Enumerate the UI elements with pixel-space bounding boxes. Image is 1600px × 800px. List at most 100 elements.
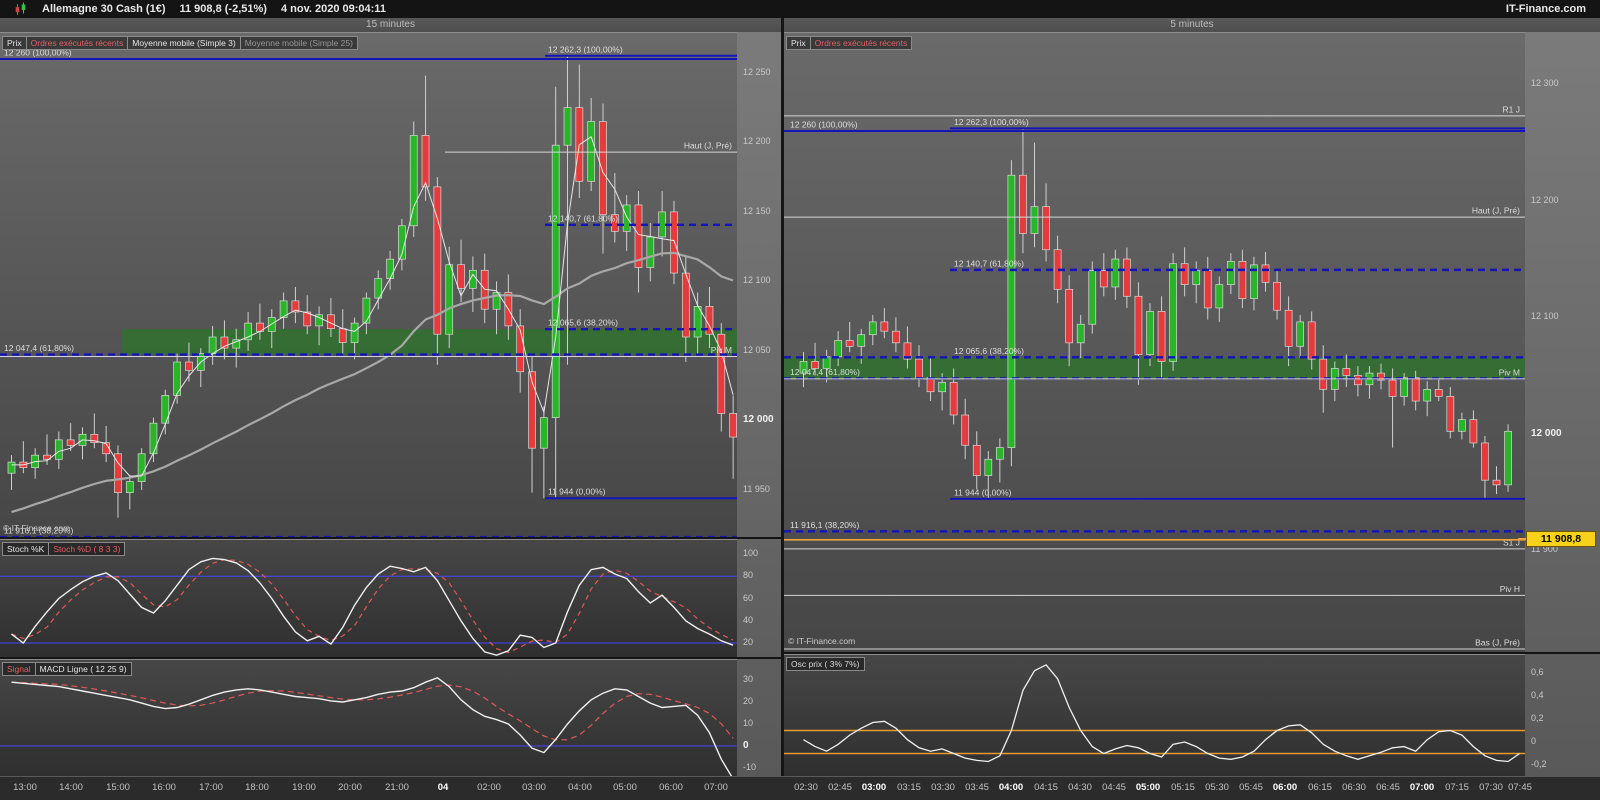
x-axis-label: 06:00 bbox=[659, 782, 683, 793]
x-axis-label: 03:00 bbox=[861, 782, 887, 793]
x-axis-label: 06:45 bbox=[1376, 782, 1400, 793]
copyright-left: © IT-Finance.com bbox=[3, 523, 71, 533]
x-axis-label: 14:00 bbox=[59, 782, 83, 793]
x-axis-label: 06:30 bbox=[1342, 782, 1366, 793]
y-axis-label: 20 bbox=[743, 696, 754, 706]
legend-item[interactable]: Moyenne mobile (Simple 3) bbox=[127, 36, 241, 50]
level-label: 11 944 (0,00%) bbox=[954, 487, 1012, 497]
stoch-d-line bbox=[11, 559, 734, 654]
title-bar: Allemagne 30 Cash (1€) 11 908,8 (-2,51%)… bbox=[0, 0, 1600, 18]
y-axis-label: 0,4 bbox=[1531, 690, 1544, 700]
y-axis-label: 12 250 bbox=[743, 66, 771, 77]
x-axis-label: 04:15 bbox=[1034, 782, 1058, 793]
x-axis-label: 03:15 bbox=[897, 782, 921, 793]
x-axis-label: 06:15 bbox=[1308, 782, 1332, 793]
y-axis-label: 60 bbox=[743, 592, 754, 603]
level-label: Bas (J, Pré) bbox=[1475, 637, 1520, 647]
x-axis-label: 03:45 bbox=[965, 782, 989, 793]
legend-item[interactable]: Stoch %K bbox=[2, 542, 50, 556]
right-timeframe-header: 5 minutes bbox=[784, 18, 1600, 32]
x-axis-label: 05:00 bbox=[1135, 782, 1161, 793]
instrument-title: Allemagne 30 Cash (1€) bbox=[42, 3, 166, 15]
x-axis-label: 07:15 bbox=[1445, 782, 1469, 793]
x-axis-label: 07:00 bbox=[1409, 782, 1435, 793]
legend-item[interactable]: Osc prix ( 3% 7%) bbox=[786, 657, 865, 671]
y-axis-label: 11 950 bbox=[743, 483, 770, 494]
level-label: 11 944 (0,00%) bbox=[548, 487, 606, 497]
left-price-chart[interactable]: 12 260 (100,00%) 12 262,3 (100,00%)Haut (… bbox=[0, 32, 737, 537]
y-axis-label: 30 bbox=[743, 674, 754, 684]
macd-legend: Signal MACD Ligne ( 12 25 9) bbox=[2, 662, 132, 676]
stoch-legend: Stoch %K Stoch %D ( 8 3 3) bbox=[2, 542, 126, 556]
y-axis-label: 0,6 bbox=[1531, 667, 1544, 677]
y-axis-label: 12 150 bbox=[743, 205, 771, 216]
y-axis-label: 40 bbox=[743, 614, 754, 625]
y-axis-label: 12 200 bbox=[1531, 194, 1559, 205]
y-axis-label: 12 100 bbox=[743, 275, 771, 286]
y-axis-label: 100 bbox=[743, 548, 759, 558]
x-axis-label: 02:45 bbox=[828, 782, 852, 793]
legend-item[interactable]: Ordres exécutés récents bbox=[25, 36, 129, 50]
macd-line bbox=[11, 677, 733, 776]
left-price-legend: Prix Ordres exécutés récents Moyenne mobil… bbox=[2, 36, 358, 50]
level-label: Haut (J, Pré) bbox=[684, 141, 732, 151]
x-axis-label: 02:00 bbox=[477, 782, 501, 793]
legend-item[interactable]: Stoch %D ( 8 3 3) bbox=[48, 542, 126, 556]
y-axis-label: 0,2 bbox=[1531, 713, 1544, 723]
y-axis-label: 12 050 bbox=[743, 344, 771, 355]
legend-item[interactable]: Signal bbox=[2, 662, 36, 676]
level-label: 12 262,3 (100,00%) bbox=[548, 44, 623, 54]
x-axis-label: 04:45 bbox=[1102, 782, 1126, 793]
y-axis-label: -0,2 bbox=[1531, 759, 1547, 769]
x-axis-label: 05:15 bbox=[1171, 782, 1195, 793]
left-timeframe-header: 15 minutes bbox=[0, 18, 781, 32]
x-axis-label: 13:00 bbox=[13, 782, 37, 793]
y-axis-label: 12 200 bbox=[743, 136, 771, 147]
legend-item[interactable]: Moyenne mobile (Simple 25) bbox=[239, 36, 358, 50]
level-label: 12 065,6 (38,20%) bbox=[548, 318, 618, 328]
x-axis-label: 03:00 bbox=[522, 782, 546, 793]
x-axis-label: 05:45 bbox=[1239, 782, 1263, 793]
time-axis: 13:00 14:00 15:00 16:00 17:00 18:00 19:00 20:00… bbox=[0, 776, 1600, 800]
level-label: Piv M bbox=[1499, 367, 1520, 377]
brand: IT-Finance.com bbox=[1505, 3, 1586, 15]
x-axis-label: 18:00 bbox=[245, 782, 269, 793]
legend-item[interactable]: Prix bbox=[786, 36, 811, 50]
level-label: 12 065,6 (38,20%) bbox=[954, 346, 1024, 356]
level-label: 12 140,7 (61,80%) bbox=[954, 258, 1024, 268]
level-label: 12 047,4 (61,80%) bbox=[790, 367, 860, 377]
osc-line bbox=[803, 664, 1520, 763]
level-label: Haut (J, Pré) bbox=[1472, 206, 1520, 216]
x-axis-label: 04:30 bbox=[1068, 782, 1092, 793]
y-axis-label: -10 bbox=[743, 762, 757, 772]
level-label: 11 916,1 (38,20%) bbox=[790, 520, 859, 530]
legend-item[interactable]: Prix bbox=[2, 36, 27, 50]
right-price-axis-gutter bbox=[1525, 32, 1600, 776]
y-axis-label: 12 000 bbox=[743, 414, 774, 426]
right-price-chart[interactable]: R1 J 12 260 (100,00%) 12 262,3 (100,00%) Ha… bbox=[784, 32, 1525, 652]
y-axis-label: 0 bbox=[1531, 736, 1537, 746]
y-axis-label: 0 bbox=[743, 740, 749, 751]
level-label: 12 140,7 (61,80%) bbox=[548, 213, 618, 223]
logo-candlestick-icon bbox=[15, 2, 26, 15]
x-axis-label: 16:00 bbox=[152, 782, 176, 793]
x-axis-label: 21:00 bbox=[385, 782, 409, 793]
level-label: Piv M bbox=[711, 345, 732, 355]
candles-layer bbox=[7, 56, 737, 518]
legend-item[interactable]: Ordres exécutés récents bbox=[809, 36, 913, 50]
x-axis-label: 05:30 bbox=[1205, 782, 1229, 793]
y-axis-label: 10 bbox=[743, 718, 754, 728]
legend-item[interactable]: MACD Ligne ( 12 25 9) bbox=[34, 662, 132, 676]
left-macd-panel[interactable] bbox=[0, 659, 737, 776]
level-label: Piv H bbox=[1500, 584, 1520, 594]
left-stoch-panel[interactable] bbox=[0, 539, 737, 657]
x-axis-label: 15:00 bbox=[106, 782, 130, 793]
x-axis-label: 20:00 bbox=[338, 782, 362, 793]
x-axis-label: 07:00 bbox=[704, 782, 728, 793]
x-axis-label: 19:00 bbox=[292, 782, 316, 793]
x-axis-label: 04 bbox=[437, 782, 449, 793]
y-axis-label: 12 100 bbox=[1531, 311, 1559, 322]
y-axis-label: 20 bbox=[743, 637, 754, 647]
right-osc-panel[interactable] bbox=[784, 654, 1525, 776]
copyright-right: © IT-Finance.com bbox=[788, 636, 856, 646]
